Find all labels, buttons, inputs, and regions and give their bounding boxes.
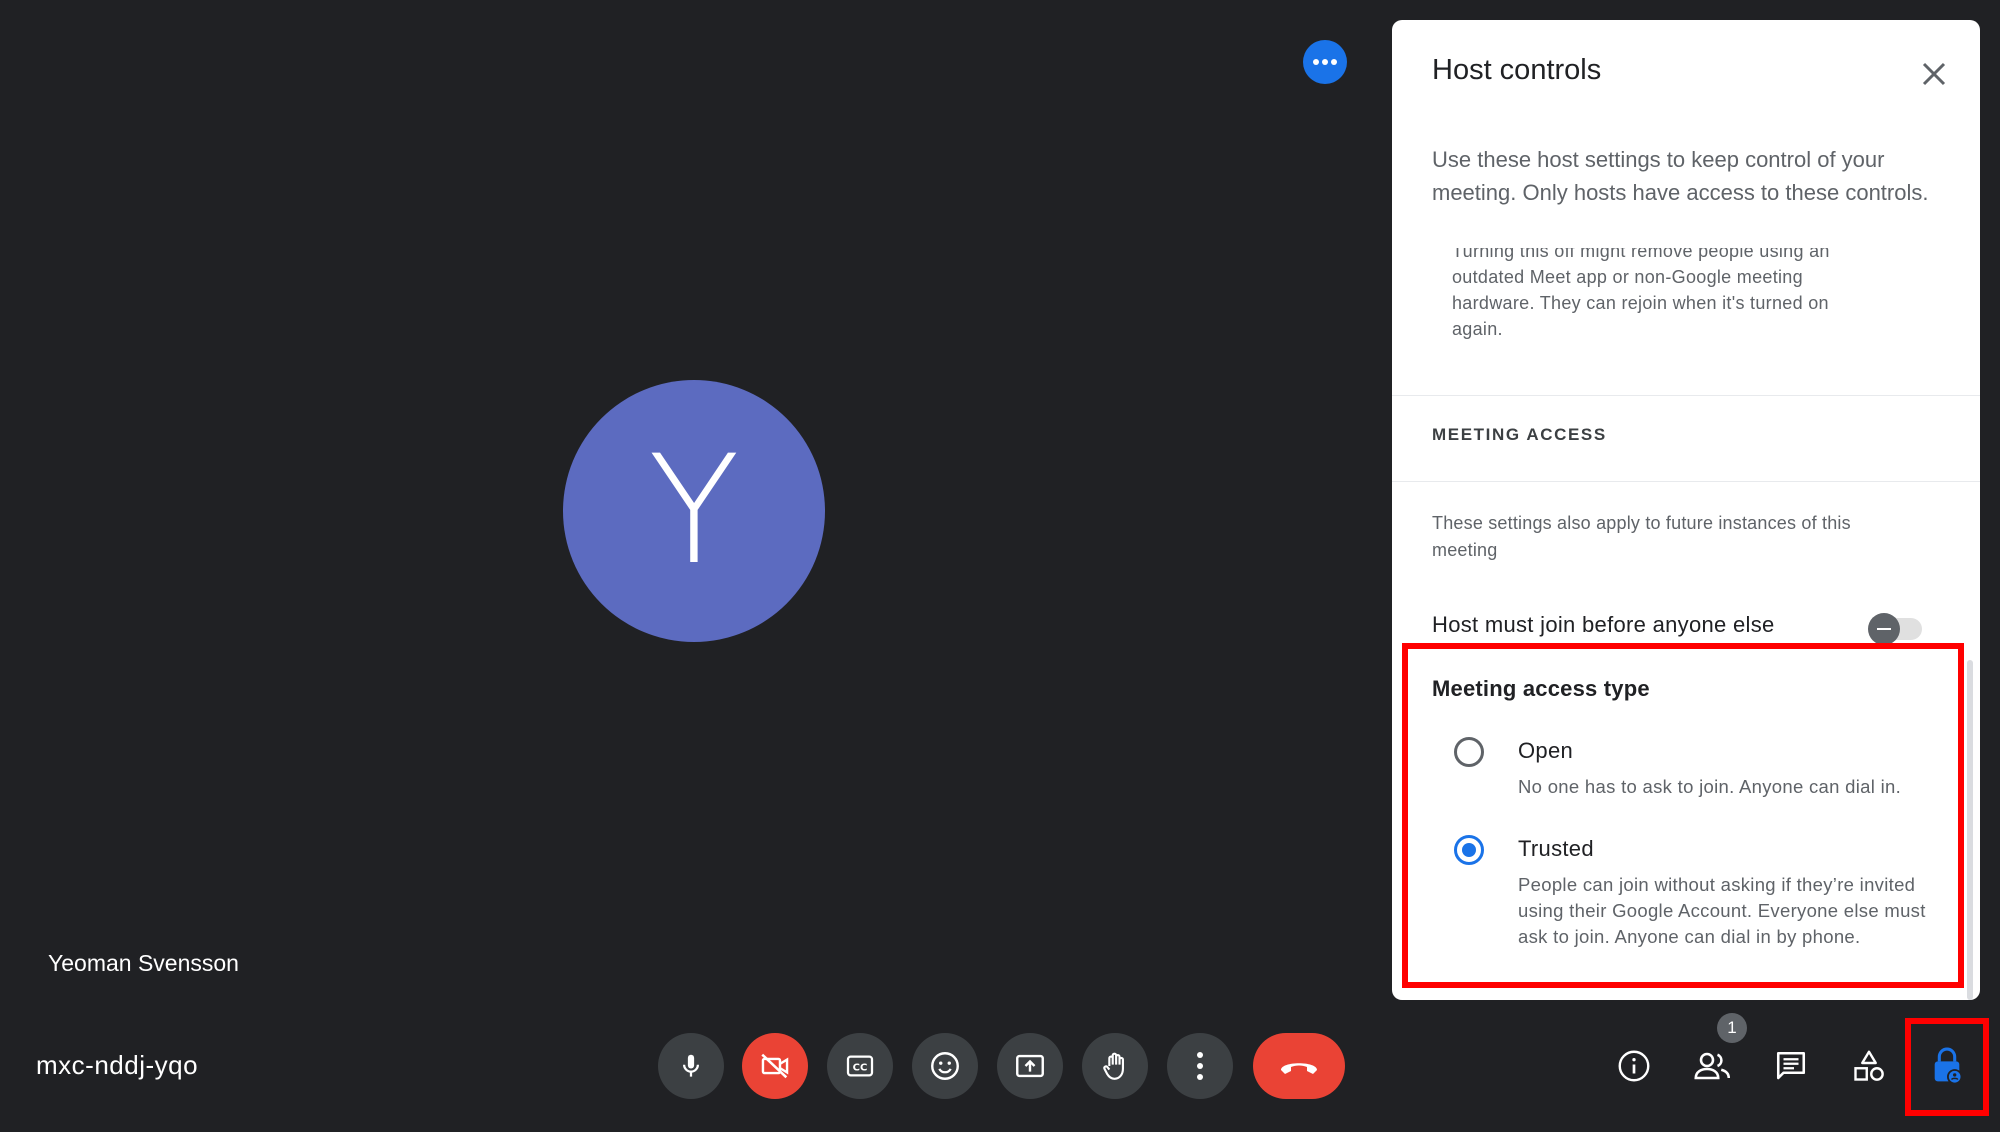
meeting-details-button[interactable] <box>1606 1038 1662 1094</box>
emoji-icon <box>931 1052 959 1080</box>
people-icon <box>1694 1052 1731 1080</box>
raise-hand-icon <box>1103 1052 1124 1080</box>
scrolled-setting-note: Turning this off might remove people usi… <box>1452 248 1882 382</box>
more-horiz-icon <box>1313 59 1337 65</box>
present-screen-button[interactable] <box>997 1033 1063 1099</box>
close-icon <box>1922 62 1946 86</box>
more-vert-icon <box>1197 1052 1203 1080</box>
panel-scrollbar[interactable] <box>1967 660 1973 1000</box>
reactions-button[interactable] <box>912 1033 978 1099</box>
present-icon <box>1016 1054 1044 1078</box>
captions-button[interactable]: CC <box>827 1033 893 1099</box>
camera-toggle-button[interactable] <box>742 1033 808 1099</box>
chat-button[interactable] <box>1763 1038 1819 1094</box>
svg-text:CC: CC <box>853 1063 868 1074</box>
divider <box>1392 481 1980 482</box>
section-note: These settings also apply to future inst… <box>1432 513 1851 560</box>
panel-title: Host controls <box>1432 54 1602 86</box>
divider <box>1392 395 1980 396</box>
highlight-host-controls <box>1905 1018 1989 1116</box>
microphone-button[interactable] <box>658 1033 724 1099</box>
section-heading: MEETING ACCESS <box>1432 425 1607 444</box>
scrolled-setting-note-text: Turning this off might remove people usi… <box>1452 248 1830 339</box>
info-icon <box>1618 1050 1650 1082</box>
panel-intro: Use these host settings to keep control … <box>1432 147 1929 205</box>
activities-button[interactable] <box>1841 1038 1897 1094</box>
participant-name: Yeoman Svensson <box>48 950 239 976</box>
participant-avatar: Y <box>563 380 825 642</box>
tile-more-options-button[interactable] <box>1303 40 1347 84</box>
mic-icon <box>683 1054 699 1077</box>
toggle-knob <box>1868 613 1900 645</box>
people-button[interactable] <box>1685 1038 1741 1094</box>
leave-call-button[interactable] <box>1253 1033 1345 1099</box>
captions-icon: CC <box>846 1055 874 1077</box>
camera-off-icon <box>761 1053 789 1079</box>
meeting-code: mxc-nddj-yqo <box>36 1050 199 1080</box>
chat-icon <box>1776 1051 1806 1080</box>
raise-hand-button[interactable] <box>1082 1033 1148 1099</box>
more-options-button[interactable] <box>1167 1033 1233 1099</box>
hang-up-icon <box>1281 1063 1317 1074</box>
host-must-join-label: Host must join before anyone else <box>1432 612 1775 637</box>
close-panel-button[interactable] <box>1914 54 1954 94</box>
activities-icon <box>1854 1050 1884 1081</box>
highlight-meeting-access-type <box>1402 643 1964 988</box>
